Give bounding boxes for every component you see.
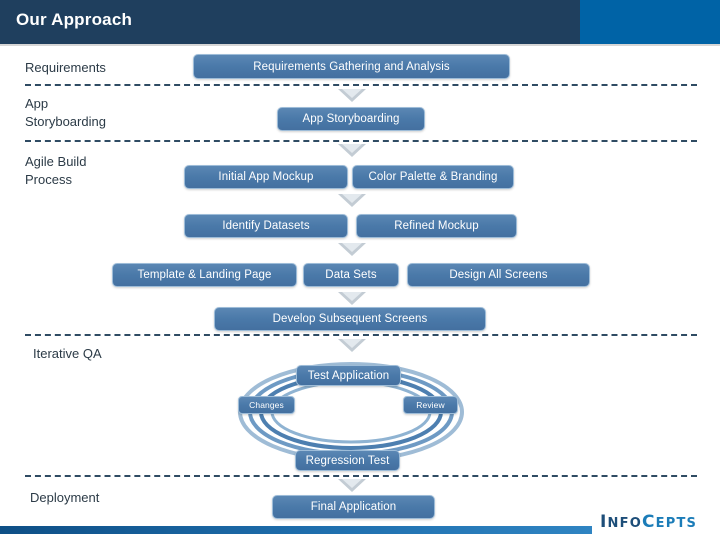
step-changes[interactable]: Changes	[238, 396, 295, 414]
step-design-all-screens[interactable]: Design All Screens	[407, 263, 590, 287]
phase-label-iterative-qa: Iterative QA	[33, 346, 102, 361]
step-color-palette-branding[interactable]: Color Palette & Branding	[352, 165, 514, 189]
separator-storyboarding	[25, 140, 697, 142]
header-accent-block	[580, 0, 720, 44]
footer-bar	[0, 526, 592, 534]
flow-arrow-down-6	[338, 339, 366, 352]
logo-text-part4: EPTS	[655, 516, 698, 531]
phase-label-agile-build: Agile Build Process	[25, 154, 87, 187]
phase-label-deployment: Deployment	[30, 490, 100, 505]
flow-arrow-down-2	[338, 144, 366, 157]
flow-arrow-down-5	[338, 292, 366, 305]
infocepts-logo: INFOCEPTS	[600, 512, 697, 532]
separator-agile-build	[25, 334, 697, 336]
logo-text-part2: NFO	[607, 516, 642, 531]
step-review[interactable]: Review	[403, 396, 458, 414]
flow-arrow-down-3	[338, 194, 366, 207]
step-initial-app-mockup[interactable]: Initial App Mockup	[184, 165, 348, 189]
step-data-sets[interactable]: Data Sets	[303, 263, 399, 287]
step-requirements-gathering[interactable]: Requirements Gathering and Analysis	[193, 54, 510, 79]
step-final-application[interactable]: Final Application	[272, 495, 435, 519]
phase-label-app-storyboarding: App Storyboarding	[25, 96, 106, 129]
step-regression-test[interactable]: Regression Test	[295, 450, 400, 471]
flow-arrow-down-1	[338, 89, 366, 102]
step-test-application[interactable]: Test Application	[296, 365, 401, 386]
slide-canvas: Our Approach Requirements App Storyboard…	[0, 0, 720, 540]
separator-qa	[25, 475, 697, 477]
separator-requirements	[25, 84, 697, 86]
page-title: Our Approach	[16, 10, 133, 29]
phase-label-requirements: Requirements	[25, 60, 106, 75]
step-refined-mockup[interactable]: Refined Mockup	[356, 214, 517, 238]
logo-text-part1: I	[600, 512, 608, 532]
step-template-landing-page[interactable]: Template & Landing Page	[112, 263, 297, 287]
logo-text-part3: C	[641, 512, 656, 532]
step-develop-subsequent-screens[interactable]: Develop Subsequent Screens	[214, 307, 486, 331]
header-divider	[0, 44, 720, 46]
flow-arrow-down-4	[338, 243, 366, 256]
step-identify-datasets[interactable]: Identify Datasets	[184, 214, 348, 238]
flow-arrow-down-7	[338, 479, 366, 492]
step-app-storyboarding[interactable]: App Storyboarding	[277, 107, 425, 131]
